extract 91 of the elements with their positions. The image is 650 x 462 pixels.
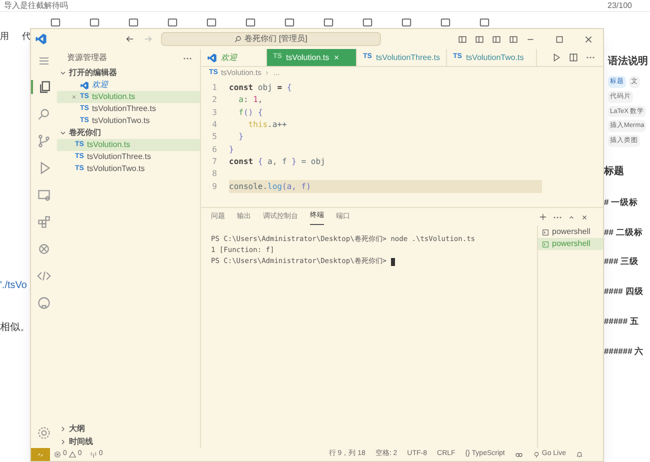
remote-icon [37, 451, 44, 458]
remote-explorer-icon [37, 188, 51, 202]
maximize-icon [555, 34, 564, 44]
line-number: 7 [211, 156, 218, 168]
grid-layout-icon [509, 34, 518, 44]
heading-example: ### 三级 [604, 255, 640, 268]
toolbar-icon [50, 17, 61, 28]
line-number: 4 [211, 119, 218, 132]
search-icon [37, 107, 51, 121]
heading-example: ###### 六 [604, 344, 645, 358]
menu-icon [38, 55, 50, 67]
antenna-icon [90, 451, 97, 458]
code-line: } [229, 144, 235, 156]
command-search-field[interactable]: 卷死你们 [管理员] [160, 32, 380, 46]
chevron-icon [59, 129, 67, 137]
close-icon [71, 94, 77, 100]
text-fragment: 相似。 [0, 320, 30, 335]
section-heading: 标题 [604, 164, 625, 179]
more-actions-icon[interactable] [183, 56, 192, 60]
title-text: 导入是往截解待吗 [4, 0, 68, 10]
word-counter: 23/100 [608, 0, 632, 10]
line-number: 1 [211, 82, 218, 94]
toolbar-label: 用 [0, 30, 9, 43]
toolbar-icon [323, 17, 334, 28]
chevron-icon [264, 70, 270, 76]
open-editor-item[interactable]: 欢迎 [57, 79, 200, 91]
collapsed-section[interactable]: 大纲 [57, 422, 200, 435]
heading-example: ##### 五 [604, 314, 640, 328]
panel-layout-icon [475, 34, 484, 44]
toolbar-icon [440, 17, 451, 28]
folder-header[interactable]: 卷死你们 [57, 127, 200, 139]
vscode-logo-icon [207, 52, 217, 62]
code-fragment: './tsVo [0, 279, 27, 293]
close-icon [584, 34, 593, 44]
code-line: f() { [238, 106, 264, 119]
toolbar-icon [206, 17, 217, 28]
line-number: 6 [211, 144, 218, 156]
line-number: 3 [211, 106, 218, 119]
terminal-icon [542, 240, 549, 248]
vscode-logo-icon [80, 80, 89, 90]
chevron-icon [59, 69, 67, 77]
line-number: 2 [211, 94, 218, 106]
vscode-logo-icon [35, 33, 47, 45]
run-icon [552, 53, 561, 62]
toolbar-icon [89, 17, 100, 28]
panel-title: 语法说明 [608, 54, 649, 69]
more-actions-icon[interactable] [586, 56, 595, 59]
heading-example: # 一级标 [604, 196, 640, 208]
code-line: const obj = { [229, 82, 293, 94]
terminal-instance[interactable]: powershell [538, 238, 603, 250]
terminal-icon [542, 228, 549, 236]
toolbar-icon [128, 17, 139, 28]
close-icon [581, 214, 588, 220]
back-arrow-icon [124, 34, 134, 44]
toolbar-icon [284, 17, 295, 28]
line-number: 8 [211, 168, 218, 180]
split-layout-icon [492, 34, 501, 44]
toolbar-icon [167, 17, 178, 28]
bell-icon [576, 451, 583, 458]
code-brackets-icon [37, 269, 51, 283]
code-line: a: 1, [238, 94, 264, 106]
search-icon [234, 35, 242, 43]
section-header[interactable]: 打开的编辑器 [57, 67, 200, 79]
line-number: 9 [211, 180, 218, 193]
error-icon [54, 451, 61, 458]
toolbar-icon [479, 17, 490, 28]
forward-arrow-icon [142, 34, 152, 44]
files-icon [38, 80, 52, 94]
warning-icon [68, 451, 76, 458]
terminal-cursor [390, 258, 395, 266]
sidebar-title: 资源管理器 [67, 52, 107, 64]
toolbar-icon [401, 17, 412, 28]
code-line: const { a, f } = obj [229, 156, 326, 168]
sidebar-layout-icon [458, 34, 467, 44]
code-line: this.a++ [247, 119, 288, 132]
terminal-instance[interactable]: powershell [538, 226, 603, 238]
split-editor-icon [569, 53, 578, 62]
extensions-icon [37, 215, 51, 229]
add-icon [539, 213, 547, 221]
settings-icon [37, 426, 51, 440]
code-line: } [238, 131, 244, 144]
source-control-icon [37, 134, 51, 148]
more-actions-icon[interactable] [553, 216, 562, 218]
heading-example: #### 四级 [604, 285, 644, 298]
chevron-up-icon [568, 214, 575, 220]
toolbar-icon [362, 17, 373, 28]
collapsed-section[interactable]: 时间线 [57, 435, 200, 448]
heading-example: ## 二级标 [604, 226, 644, 238]
toolbar-icon [245, 17, 256, 28]
line-number: 5 [211, 131, 218, 144]
close-icon [333, 54, 340, 61]
